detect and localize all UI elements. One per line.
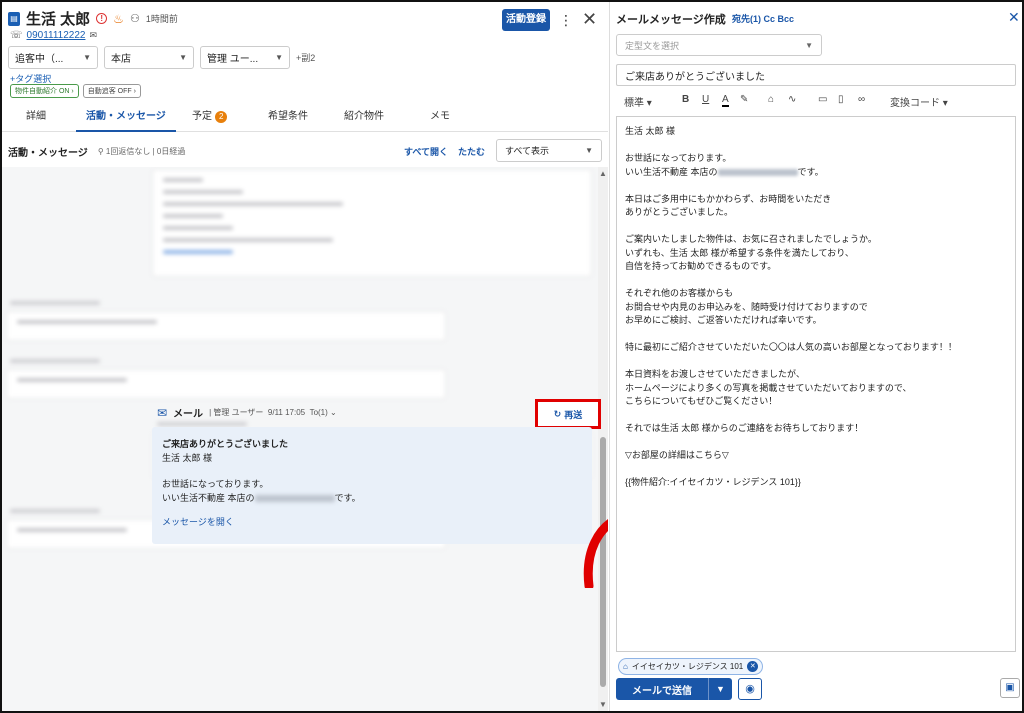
mail-subject: ご来店ありがとうございました (162, 439, 289, 449)
activity-title: 活動・メッセージ (8, 147, 88, 159)
mail-line2: いい生活不動産 本店の です。 (162, 493, 361, 503)
underline-icon[interactable]: U (702, 94, 709, 105)
refresh-icon: ↻ (553, 408, 562, 419)
mail-label: メール (173, 409, 204, 420)
blurred-meta (10, 359, 100, 363)
building-icon: ⌂ (623, 662, 628, 671)
resend-label: 再送 (564, 409, 583, 420)
resend-button[interactable]: ↻ 再送 (535, 399, 601, 429)
status-selects: 追客中（... ▼ 本店 ▼ 管理 ユー... ▼ +副2 (8, 46, 315, 69)
tab-bar: 詳細 活動・メッセージ 予定 2 希望条件 紹介物件 メモ (2, 102, 608, 132)
file-icon[interactable]: ▯ (838, 94, 844, 105)
blurred-meta (10, 301, 100, 305)
tab-introduced-properties[interactable]: 紹介物件 (344, 102, 384, 132)
convert-code-select[interactable]: 変換コード ▾ (890, 94, 948, 109)
blurred-meta (157, 422, 247, 426)
activity-register-button[interactable]: 活動登録 (502, 9, 550, 31)
subject-input[interactable]: ご来店ありがとうございました (616, 64, 1016, 86)
compose-panel: メールメッセージ作成 宛先(1) Cc Bcc ✕ 定型文を選択 ▼ ご来店あり… (609, 2, 1022, 711)
phone-number[interactable]: 09011112222 (27, 30, 86, 41)
compose-title: メールメッセージ作成 (616, 14, 726, 26)
user-clock-icon: ⚇ (129, 13, 140, 25)
manager-select[interactable]: 管理 ユー... ▼ (200, 46, 290, 69)
chevron-down-icon: ▼ (585, 146, 593, 155)
scroll-down-icon[interactable]: ▼ (599, 700, 607, 709)
image-icon[interactable]: ⌂ (768, 94, 774, 105)
manager-value: 管理 ユー... (207, 54, 259, 65)
signature-icon[interactable]: ∿ (788, 94, 796, 105)
reply-status: ⚲ 1回返信なし | 0日経過 (97, 146, 186, 156)
customer-name: 生活 太郎 (26, 11, 91, 28)
tab-schedule[interactable]: 予定 2 (192, 102, 228, 132)
link-icon[interactable]: ∞ (858, 94, 865, 105)
send-label: メールで送信 (632, 685, 692, 697)
activity-toolbar: 活動・メッセージ ⚲ 1回返信なし | 0日経過 すべて開く たたむ すべて表示… (8, 139, 602, 163)
open-all-link[interactable]: すべて開く (404, 145, 448, 158)
tab-memo[interactable]: メモ (430, 102, 450, 132)
auto-chips: 物件自動紹介 ON › 自動追客 OFF › (10, 84, 141, 98)
style-select[interactable]: 標準 ▾ (624, 94, 652, 109)
schedule-count-badge: 2 (215, 111, 228, 123)
mail-line1: お世話になっております。 (162, 479, 269, 489)
envelope-icon: ✉ (157, 405, 168, 420)
fold-link[interactable]: たたむ (458, 145, 485, 158)
mail-item-header: ✉ メール | 管理 ユーザー 9/11 17:05 To(1) ⌄ (157, 405, 337, 421)
sub-manager-count[interactable]: +副2 (296, 51, 315, 64)
preview-eye-icon[interactable]: ◉ (738, 678, 762, 700)
open-message-link[interactable]: メッセージを開く (162, 515, 582, 529)
chevron-down-icon: ▼ (275, 53, 283, 62)
bold-icon[interactable]: B (682, 94, 689, 105)
send-options-chevron-icon[interactable]: ▼ (708, 678, 732, 700)
mail-greeting: 生活 太郎 様 (162, 453, 213, 463)
blurred-message (6, 369, 446, 399)
scroll-up-icon[interactable]: ▲ (599, 169, 607, 178)
tab-activity[interactable]: 活動・メッセージ (76, 102, 176, 132)
save-draft-icon[interactable]: ▣ (1000, 678, 1020, 698)
template-insert-icon[interactable]: ▭ (818, 94, 827, 105)
template-placeholder: 定型文を選択 (625, 40, 680, 51)
blurred-meta (10, 509, 100, 513)
red-pointer-arrow (583, 519, 608, 588)
tab-preferences[interactable]: 希望条件 (268, 102, 308, 132)
send-mail-button[interactable]: メールで送信 ▼ (616, 678, 732, 700)
customer-card-icon: ▤ (8, 11, 20, 26)
close-icon[interactable]: ✕ (582, 9, 597, 30)
message-body-editor[interactable]: 生活 太郎 様 お世話になっております。 いい生活不動産 本店の です。 本日はご… (616, 116, 1016, 652)
highlight-icon[interactable]: ✎ (740, 94, 748, 105)
chevron-down-icon: ▼ (805, 40, 813, 50)
phone-icon: ☏ (10, 30, 23, 41)
mail-card: ご来店ありがとうございました 生活 太郎 様 お世話になっております。 いい生活… (152, 427, 592, 544)
store-value: 本店 (111, 54, 131, 65)
auto-follow-chip[interactable]: 自動追客 OFF › (82, 84, 141, 98)
remove-icon[interactable]: ✕ (747, 661, 759, 672)
last-active-time: 1時間前 (145, 14, 178, 24)
feed-scrollbar[interactable]: ▲ ▼ (598, 167, 608, 711)
filter-select[interactable]: すべて表示 ▼ (496, 139, 602, 162)
follow-status-value: 追客中（... (15, 54, 64, 65)
fire-icon: ♨ (113, 11, 124, 26)
blurred-message (6, 311, 446, 341)
recipients-link[interactable]: 宛先(1) Cc Bcc (732, 12, 794, 25)
editor-toolbar: 標準 ▾ B U A ✎ ⌂ ∿ ▭ ▯ ∞ 変換コード ▾ (616, 90, 1016, 114)
more-menu-icon[interactable]: ⋮ (559, 12, 573, 29)
tab-details[interactable]: 詳細 (26, 102, 46, 132)
mail-icon[interactable]: ✉ (89, 30, 97, 41)
customer-panel: ▤ 生活 太郎 ! ♨ ⚇ 1時間前 ☏ 09011112222 ✉ 活動登録 … (2, 2, 608, 711)
follow-status-select[interactable]: 追客中（... ▼ (8, 46, 98, 69)
phone-row: ☏ 09011112222 ✉ (10, 30, 97, 41)
attached-property-chip[interactable]: ⌂ イイセイカツ・レジデンス 101 ✕ (618, 658, 764, 675)
alert-icon: ! (96, 13, 108, 24)
text-color-icon[interactable]: A (722, 94, 729, 107)
filter-value: すべて表示 (505, 146, 550, 156)
auto-intro-chip[interactable]: 物件自動紹介 ON › (10, 84, 79, 98)
template-select[interactable]: 定型文を選択 ▼ (616, 34, 822, 56)
mail-meta: | 管理 ユーザー 9/11 17:05 To(1) ⌄ (209, 408, 337, 417)
close-icon[interactable]: ✕ (1008, 9, 1020, 26)
blurred-message (152, 169, 592, 277)
chevron-down-icon: ▼ (83, 53, 91, 62)
chevron-down-icon: ▼ (179, 53, 187, 62)
property-chip-label: イイセイカツ・レジデンス 101 (631, 662, 744, 671)
customer-header: ▤ 生活 太郎 ! ♨ ⚇ 1時間前 (8, 8, 178, 29)
store-select[interactable]: 本店 ▼ (104, 46, 194, 69)
